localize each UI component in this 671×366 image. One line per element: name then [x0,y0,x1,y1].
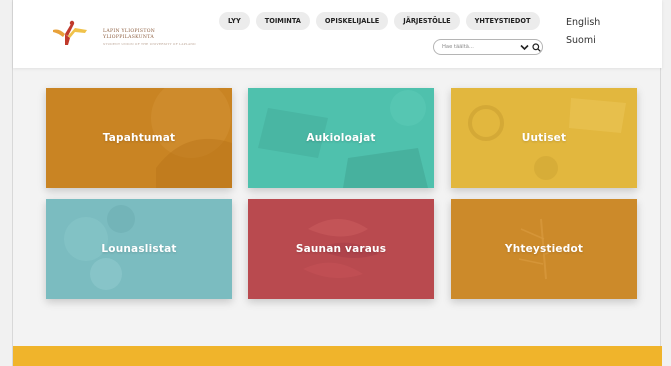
site-header: LAPIN YLIOPISTON YLIOPPILASKUNTA STUDENT… [13,0,662,68]
nav-item-lyy[interactable]: LYY [219,12,250,30]
footer-bar [13,346,662,366]
main-nav: LYY TOIMINTA OPISKELIJALLE JÄRJESTÖLLE Y… [219,12,540,30]
nav-item-yhteystiedot[interactable]: YHTEYSTIEDOT [465,12,540,30]
logo-mark-icon [53,20,87,45]
tile-label: Uutiset [521,132,567,144]
language-english-link[interactable]: English [566,17,600,28]
chevron-down-icon[interactable] [520,44,529,51]
nav-item-opiskelijalle[interactable]: OPISKELIJALLE [315,12,389,30]
logo-wordmark: LAPIN YLIOPISTON YLIOPPILASKUNTA STUDENT… [103,29,196,47]
language-finnish-link[interactable]: Suomi [566,35,596,46]
tile-yhteystiedot[interactable]: Yhteystiedot [451,199,637,299]
tile-aukioloajat[interactable]: Aukioloajat [248,88,434,188]
tile-label: Tapahtumat [102,132,176,144]
tile-tapahtumat[interactable]: Tapahtumat [46,88,232,188]
tile-uutiset[interactable]: Uutiset [451,88,637,188]
tile-lounaslistat[interactable]: Lounaslistat [46,199,232,299]
tile-label: Lounaslistat [101,243,177,255]
nav-item-toiminta[interactable]: TOIMINTA [255,12,310,30]
search-box [433,39,543,55]
tile-saunan-varaus[interactable]: Saunan varaus [248,199,434,299]
search-icon[interactable] [532,43,541,52]
tile-label: Saunan varaus [295,243,387,255]
site-logo[interactable]: LAPIN YLIOPISTON YLIOPPILASKUNTA STUDENT… [51,18,196,48]
tile-label: Aukioloajat [306,132,376,144]
page-frame: LAPIN YLIOPISTON YLIOPPILASKUNTA STUDENT… [12,0,662,366]
nav-item-jarjestolle[interactable]: JÄRJESTÖLLE [394,12,460,30]
logo-tagline: STUDENT UNION OF THE UNIVERSITY OF LAPLA… [103,42,196,46]
tile-label: Yhteystiedot [504,243,584,255]
search-input[interactable] [442,42,506,52]
